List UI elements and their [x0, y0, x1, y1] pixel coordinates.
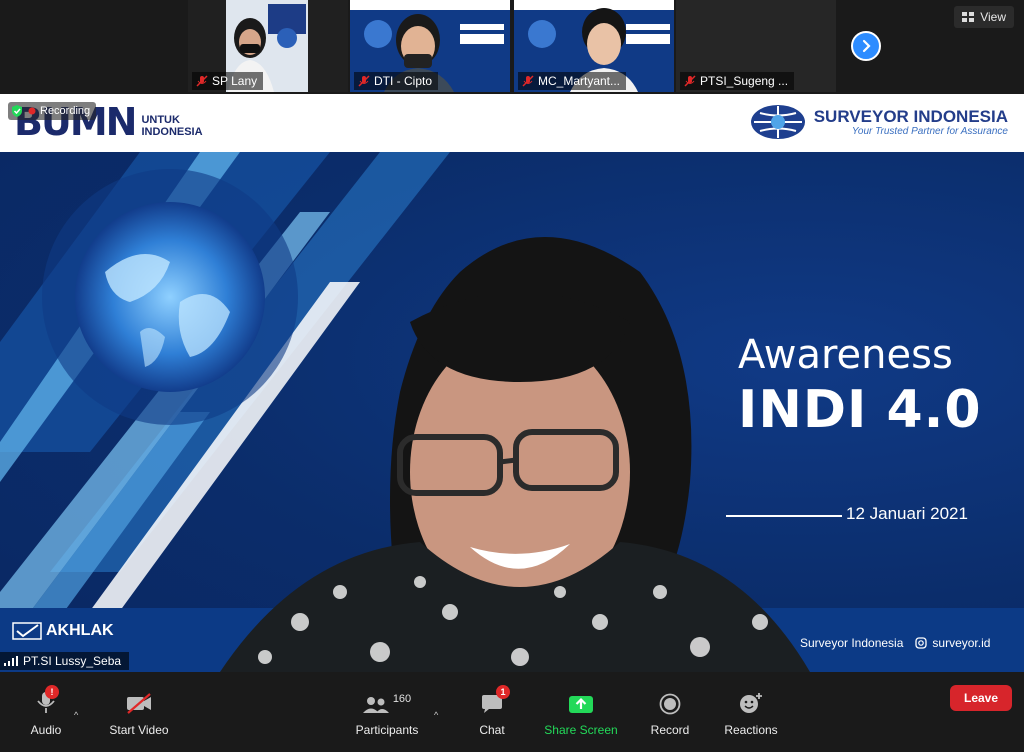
emoji-add-icon	[740, 693, 762, 713]
akhlak-text: AKHLAK	[46, 622, 114, 639]
social-handle-2: surveyor.id	[932, 636, 991, 650]
surveyor-indonesia-logo: SURVEYOR INDONESIA Your Trusted Partner …	[750, 104, 1008, 140]
shield-check-icon	[12, 105, 22, 117]
slide-title-line2: INDI 4.0	[738, 380, 982, 440]
slide-social-links: Surveyor Indonesia surveyor.id	[800, 636, 990, 650]
active-speaker-name: PT.SI Lussy_Seba	[23, 654, 122, 668]
chevron-right-icon	[862, 39, 871, 53]
reactions-button[interactable]: Reactions	[720, 672, 782, 752]
bumn-sub-line2: INDONESIA	[141, 126, 203, 138]
participant-name: PTSI_Sugeng ...	[700, 74, 789, 88]
participants-icon	[362, 697, 389, 713]
participant-name-bar: MC_Martyant...	[518, 72, 627, 90]
participant-strip: SP Lany DTI - Cipto MC_Martyant... PTSI_…	[0, 0, 1024, 94]
video-off-icon	[127, 693, 151, 714]
audio-label: Audio	[30, 723, 62, 737]
checkmark-logo-icon	[12, 622, 42, 640]
participant-name: MC_Martyant...	[538, 74, 621, 88]
next-page-button[interactable]	[851, 31, 881, 61]
participant-tile[interactable]: MC_Martyant...	[514, 0, 674, 92]
start-video-button[interactable]: Start Video	[100, 672, 178, 752]
record-button[interactable]: Record	[646, 672, 694, 752]
participant-tile[interactable]: DTI - Cipto	[350, 0, 510, 92]
participant-name-bar: DTI - Cipto	[354, 72, 439, 90]
grid-icon	[962, 12, 975, 22]
leave-button[interactable]: Leave	[950, 685, 1012, 711]
mic-muted-icon	[196, 75, 208, 87]
globe	[75, 202, 265, 392]
participant-tile[interactable]: SP Lany	[188, 0, 348, 92]
audio-button[interactable]: ! Audio	[20, 672, 72, 752]
instagram-icon	[915, 637, 928, 649]
chat-label: Chat	[479, 723, 505, 737]
view-label: View	[980, 10, 1006, 24]
slide-date-rule	[726, 515, 842, 517]
meeting-toolbar: ! Audio ^ Start Video 160 Participants ^	[0, 672, 1024, 752]
participant-name: SP Lany	[212, 74, 258, 88]
view-button[interactable]: View	[954, 6, 1014, 28]
active-speaker-video[interactable]: BUMN UNTUK INDONESIA Recording SURVEYOR …	[0, 94, 1024, 672]
audio-options-caret[interactable]: ^	[74, 710, 78, 720]
chat-unread-badge: 1	[496, 685, 510, 699]
company-tagline: Your Trusted Partner for Assurance	[851, 125, 1008, 137]
record-dot-icon	[28, 107, 36, 115]
bumn-sub-line1: UNTUK	[141, 114, 180, 126]
participants-count: 160	[392, 693, 412, 705]
akhlak-logo: AKHLAK	[12, 622, 114, 640]
participant-name-bar: SP Lany	[192, 72, 264, 90]
social-handle-1: Surveyor Indonesia	[800, 636, 904, 650]
slide-date: 12 Januari 2021	[846, 504, 968, 523]
globe-logo-icon	[750, 105, 805, 139]
active-speaker-name-bar: PT.SI Lussy_Seba	[0, 652, 130, 670]
participants-options-caret[interactable]: ^	[434, 710, 438, 720]
participant-name: DTI - Cipto	[374, 74, 433, 88]
start-video-label: Start Video	[109, 723, 169, 737]
recording-label: Recording	[40, 105, 91, 117]
mic-muted-icon	[522, 75, 534, 87]
mic-muted-icon	[684, 75, 696, 87]
company-name: SURVEYOR INDONESIA	[813, 106, 1008, 126]
slide-body: Awareness INDI 4.0 12 Januari 2021 AKHLA…	[0, 152, 1024, 672]
record-label: Record	[650, 723, 690, 737]
recording-indicator: Recording	[8, 102, 97, 120]
participant-name-bar: PTSI_Sugeng ...	[680, 72, 795, 90]
participants-label: Participants	[355, 723, 419, 737]
slide-title-line1: Awareness	[738, 332, 953, 378]
signal-bars-icon	[4, 656, 18, 666]
share-screen-label: Share Screen	[544, 723, 618, 737]
share-screen-icon	[569, 696, 593, 713]
chat-button[interactable]: 1 Chat	[472, 672, 512, 752]
slide-header: BUMN UNTUK INDONESIA Recording SURVEYOR …	[0, 94, 1024, 152]
share-screen-button[interactable]: Share Screen	[540, 672, 622, 752]
reactions-label: Reactions	[724, 723, 778, 737]
audio-warning-badge: !	[45, 685, 59, 699]
record-icon	[659, 693, 681, 715]
mic-muted-icon	[358, 75, 370, 87]
participants-button[interactable]: 160 Participants	[350, 672, 424, 752]
participant-tile[interactable]: PTSI_Sugeng ...	[676, 0, 836, 92]
